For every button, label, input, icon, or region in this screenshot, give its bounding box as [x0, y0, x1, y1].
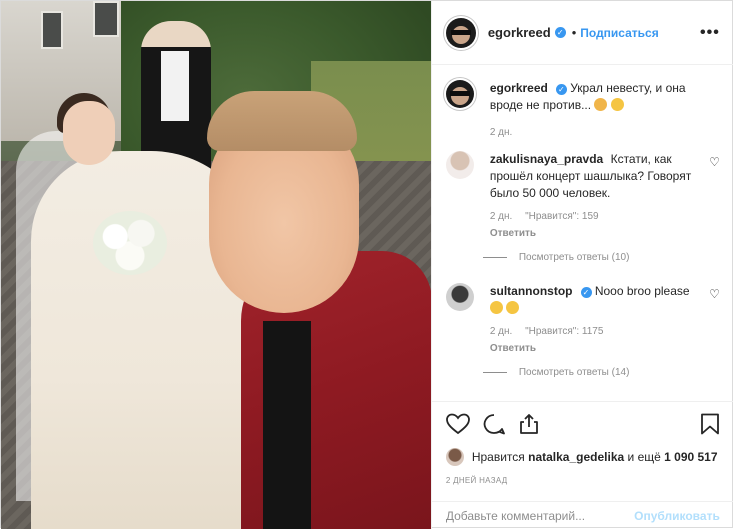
- post-header: egorkreed ✓ • Подписаться •••: [431, 1, 733, 65]
- laughing-emoji-icon: [489, 301, 503, 314]
- likes-prefix: Нравится: [471, 450, 525, 464]
- commenter-username[interactable]: sultannonstop: [490, 284, 573, 298]
- reply-button[interactable]: Ответить: [490, 340, 698, 357]
- comment-item: sultannonstop ✓ Nooo broo please 2 дн. "Н…: [445, 283, 720, 357]
- replies-divider-line: [482, 257, 507, 258]
- action-icons-row: [445, 412, 720, 438]
- separator-dot: •: [571, 25, 577, 40]
- smile-emoji-icon: [610, 98, 624, 111]
- liker-username[interactable]: natalka_gedelika: [528, 450, 624, 464]
- post-actions: Нравится natalka_gedelika и ещё 1 090 51…: [431, 401, 733, 501]
- comments-list[interactable]: egorkreed ✓ Украл невесту, и она вроде не…: [432, 66, 733, 401]
- comment-time[interactable]: 2 дн.: [490, 211, 512, 222]
- comment-bubble-icon[interactable]: [482, 413, 506, 438]
- caption-username[interactable]: egorkreed: [490, 81, 548, 95]
- comment-input[interactable]: [445, 508, 635, 523]
- comment-likes[interactable]: "Нравится": 1175: [525, 326, 603, 337]
- post-timestamp[interactable]: 2 ДНЕЙ НАЗАД: [446, 476, 720, 485]
- heart-outline-icon[interactable]: [445, 413, 470, 438]
- likes-suffix: и ещё: [627, 450, 661, 464]
- comment-likes[interactable]: "Нравится": 159: [525, 211, 598, 222]
- verified-badge-icon: ✓: [580, 287, 592, 298]
- comment-time[interactable]: 2 дн.: [490, 326, 512, 337]
- verified-badge-icon: ✓: [555, 84, 567, 95]
- bouquet: [93, 211, 167, 275]
- bride-face: [63, 101, 115, 165]
- commenter-avatar[interactable]: [445, 283, 474, 311]
- groom-shirt: [161, 51, 189, 121]
- man-hair: [207, 91, 357, 151]
- post-side-panel: egorkreed ✓ • Подписаться ••• egorkreed ✓…: [430, 1, 733, 529]
- post-photo[interactable]: [1, 1, 431, 529]
- replies-divider-line: [482, 372, 507, 373]
- verified-badge-icon: ✓: [554, 27, 566, 38]
- view-replies-button[interactable]: Посмотреть ответы (14): [482, 367, 720, 378]
- share-icon[interactable]: [518, 413, 540, 438]
- liker-avatar[interactable]: [445, 448, 464, 466]
- comment-text: Nooo broo please: [594, 284, 690, 298]
- commenter-username[interactable]: zakulisnaya_pravda: [490, 152, 603, 166]
- comment-item: zakulisnaya_pravda Кстати, как прошёл ко…: [445, 151, 720, 242]
- author-username[interactable]: egorkreed: [488, 25, 551, 40]
- publish-button[interactable]: Опубликовать: [634, 509, 720, 523]
- instagram-post: egorkreed ✓ • Подписаться ••• egorkreed ✓…: [0, 0, 733, 529]
- laughing-emoji-icon: [506, 301, 520, 314]
- black-tshirt: [263, 321, 311, 529]
- view-replies-button[interactable]: Посмотреть ответы (10): [482, 252, 720, 263]
- caption-author-avatar[interactable]: [445, 80, 474, 108]
- caption: egorkreed ✓ Украл невесту, и она вроде не…: [445, 80, 720, 141]
- reply-button[interactable]: Ответить: [490, 225, 698, 242]
- caption-time[interactable]: 2 дн.: [490, 127, 512, 138]
- comment-like-heart-icon[interactable]: ♡: [709, 287, 720, 301]
- more-options-icon[interactable]: •••: [700, 24, 720, 42]
- grimace-emoji-icon: [594, 98, 608, 111]
- likes-count[interactable]: 1 090 517: [664, 450, 717, 464]
- building-window: [93, 1, 119, 37]
- comment-like-heart-icon[interactable]: ♡: [709, 155, 720, 169]
- author-avatar[interactable]: [445, 17, 476, 48]
- building-window: [41, 11, 63, 49]
- likes-summary: Нравится natalka_gedelika и ещё 1 090 51…: [445, 448, 720, 466]
- add-comment-bar: Опубликовать: [431, 501, 733, 529]
- view-replies-label: Посмотреть ответы (10): [518, 252, 630, 263]
- view-replies-label: Посмотреть ответы (14): [518, 367, 630, 378]
- commenter-avatar[interactable]: [445, 151, 474, 179]
- follow-button[interactable]: Подписаться: [580, 26, 658, 40]
- bookmark-icon[interactable]: [700, 413, 720, 438]
